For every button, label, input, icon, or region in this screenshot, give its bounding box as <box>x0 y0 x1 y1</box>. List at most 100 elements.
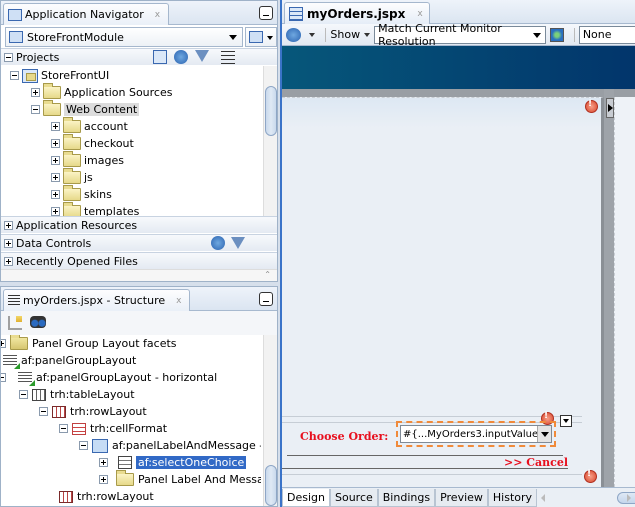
filter-icon[interactable] <box>195 50 209 62</box>
expand-icon[interactable] <box>99 458 108 467</box>
expand-icon[interactable] <box>51 156 60 165</box>
warning-icon[interactable] <box>584 469 597 485</box>
expand-icon[interactable] <box>51 139 60 148</box>
collapse-icon[interactable] <box>10 71 19 80</box>
expand-icon[interactable] <box>51 173 60 182</box>
order-select[interactable]: #{...MyOrders3.inputValue} <box>400 425 552 443</box>
tree-node[interactable]: Panel Label And Message <box>99 470 261 488</box>
module-select[interactable]: StoreFrontModule <box>5 27 243 47</box>
tab-design[interactable]: Design <box>282 488 330 507</box>
horizontal-scrollbar[interactable] <box>537 489 635 507</box>
section-application-resources[interactable]: Application Resources <box>1 216 277 233</box>
warning-icon[interactable] <box>585 99 598 115</box>
expand-icon[interactable] <box>51 122 60 131</box>
browser-globe-icon[interactable] <box>550 27 564 42</box>
tab-application-navigator[interactable]: Application Navigator x <box>3 3 170 25</box>
close-icon[interactable]: x <box>155 10 160 20</box>
filter-icon[interactable] <box>231 237 245 249</box>
navigator-scrollbar[interactable] <box>263 66 277 216</box>
section-label: Recently Opened Files <box>16 254 138 268</box>
tree-node[interactable]: trh:tableLayout <box>19 386 135 403</box>
refresh-icon[interactable] <box>174 50 188 64</box>
refresh-icon[interactable] <box>211 236 225 250</box>
scrollbar-thumb[interactable] <box>265 465 277 506</box>
tree-node-label: trh:cellFormat <box>90 422 168 435</box>
chevron-down-icon[interactable] <box>364 32 371 37</box>
jspx-file-icon <box>289 6 303 21</box>
structure-scrollbar[interactable] <box>263 335 277 506</box>
tab-bindings[interactable]: Bindings <box>377 488 436 507</box>
close-icon[interactable]: x <box>417 9 422 19</box>
project-options-icon[interactable] <box>221 51 235 65</box>
folder-icon <box>43 83 61 99</box>
tab-structure[interactable]: myOrders.jspx - Structure x <box>3 289 191 311</box>
tree-node[interactable]: templates <box>51 202 139 216</box>
show-menu[interactable]: Show <box>330 28 360 41</box>
section-recently-opened-files[interactable]: Recently Opened Files <box>1 252 277 269</box>
tree-node[interactable]: skins <box>51 185 112 203</box>
scroll-left-icon[interactable] <box>541 493 546 502</box>
tree-node[interactable]: Application Sources <box>31 83 172 101</box>
collapse-icon[interactable] <box>31 105 40 114</box>
tree-node[interactable]: af:panelGroupLayout - horizontal <box>1 369 217 386</box>
collapse-icon[interactable] <box>1 373 6 382</box>
expand-icon[interactable] <box>51 190 60 199</box>
minimize-button[interactable] <box>259 292 273 306</box>
order-select-value: #{...MyOrders3.inputValue} <box>403 428 545 440</box>
right-pane <box>614 97 635 487</box>
close-icon[interactable]: x <box>176 296 181 306</box>
scroll-right-icon[interactable] <box>627 493 631 502</box>
collapse-icon[interactable] <box>39 407 48 416</box>
expand-icon[interactable] <box>4 256 13 266</box>
tab-preview[interactable]: Preview <box>435 488 488 507</box>
collapse-icon[interactable] <box>19 390 28 399</box>
tree-node[interactable]: Panel Group Layout facets <box>1 335 177 352</box>
tree-node[interactable]: Web Content <box>31 100 140 118</box>
tree-node[interactable]: trh:cellFormat <box>59 420 167 437</box>
tree-node[interactable]: js <box>51 168 93 186</box>
expand-icon[interactable] <box>1 339 6 348</box>
component-menu-button[interactable] <box>560 415 572 427</box>
tree-node[interactable]: af:selectOneChoice <box>99 454 247 471</box>
collapse-icon[interactable] <box>79 441 88 450</box>
tree-node[interactable]: account <box>51 117 128 135</box>
design-canvas[interactable]: Choose Order: #{...MyOrders3.inputValue}… <box>282 97 604 487</box>
splitter[interactable] <box>604 89 614 487</box>
tree-node[interactable]: checkout <box>51 134 134 152</box>
tree-node[interactable]: images <box>51 151 124 169</box>
skin-select[interactable]: None <box>578 25 635 44</box>
tree-node[interactable]: af:panelLabelAndMessage - # <box>79 437 261 454</box>
tree-node[interactable]: StoreFrontUI <box>10 67 109 84</box>
tab-history[interactable]: History <box>487 488 538 507</box>
expand-pane-button[interactable] <box>606 98 614 118</box>
expand-icon[interactable] <box>4 238 13 248</box>
expand-icon[interactable] <box>4 220 13 230</box>
resolution-select[interactable]: Match Current Monitor Resolution <box>374 22 547 48</box>
tree-node-label: Web Content <box>64 103 140 116</box>
tree-node[interactable]: trh:rowLayout <box>59 488 154 505</box>
chevron-down-icon[interactable] <box>309 32 316 37</box>
tree-node[interactable]: af:panelGroupLayout <box>3 352 136 369</box>
tab-source[interactable]: Source <box>329 488 378 507</box>
folder-icon <box>63 151 81 167</box>
order-select-dropdown[interactable] <box>537 426 551 442</box>
minimize-button[interactable] <box>259 6 273 20</box>
collapse-icon[interactable] <box>59 424 68 433</box>
freeze-view-icon[interactable] <box>8 316 22 330</box>
working-set-button[interactable] <box>245 27 277 47</box>
folder-icon <box>63 168 81 184</box>
expand-icon[interactable] <box>99 475 108 484</box>
expand-icon[interactable] <box>31 88 40 97</box>
refresh-icon[interactable] <box>286 27 302 42</box>
projects-header[interactable]: Projects <box>1 48 277 65</box>
collapse-icon[interactable] <box>4 52 13 62</box>
select-one-choice-selection[interactable]: #{...MyOrders3.inputValue} <box>396 421 556 447</box>
find-binoculars-icon[interactable] <box>30 316 46 328</box>
expand-icon[interactable] <box>51 207 60 216</box>
scrollbar-thumb[interactable] <box>265 86 277 136</box>
scroll-up-icon[interactable]: ⌃ <box>264 270 271 279</box>
tree-node[interactable]: trh:rowLayout <box>39 403 147 420</box>
section-data-controls[interactable]: Data Controls <box>1 234 277 251</box>
search-icon[interactable] <box>153 50 167 64</box>
chevron-down-icon <box>563 419 569 423</box>
